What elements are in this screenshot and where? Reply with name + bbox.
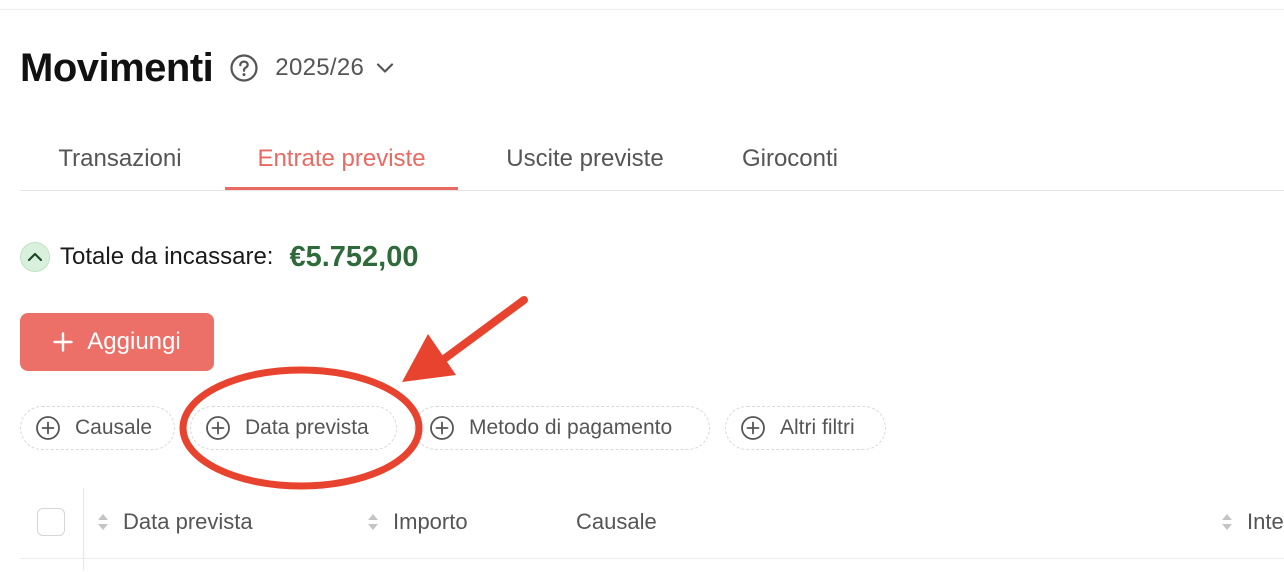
plus-circle-icon [741, 416, 765, 440]
select-all-checkbox[interactable] [37, 508, 65, 536]
filter-metodo-pagamento[interactable]: Metodo di pagamento [414, 406, 710, 450]
filter-altri-filtri[interactable]: Altri filtri [725, 406, 886, 450]
totals-value: €5.752,00 [289, 240, 419, 273]
plus-circle-icon [206, 416, 230, 440]
filter-data-prevista[interactable]: Data prevista [190, 406, 397, 450]
page-title: Movimenti [20, 45, 214, 90]
column-header-data-prevista[interactable]: Data prevista [95, 504, 253, 540]
annotation-arrow-head [402, 334, 456, 382]
filter-causale[interactable]: Causale [20, 406, 175, 450]
top-divider [0, 9, 1284, 10]
plus-circle-icon [430, 416, 454, 440]
filter-causale-label: Causale [75, 416, 153, 439]
totals-summary: Totale da incassare: €5.752,00 [20, 238, 418, 276]
totals-label: Totale da incassare: [60, 243, 274, 270]
table-header: Data prevista Importo Causale Inte [20, 488, 1284, 570]
page-header: Movimenti 2025/26 [20, 40, 394, 96]
chevron-up-icon [27, 252, 43, 262]
column-label: Importo [393, 509, 468, 534]
sort-icon [98, 514, 108, 530]
column-label: Causale [576, 509, 657, 534]
sort-icon [368, 514, 378, 530]
year-label: 2025/26 [275, 54, 365, 81]
column-header-causale: Causale [576, 504, 657, 540]
add-button-label: Aggiungi [87, 328, 181, 355]
year-selector[interactable]: 2025/26 [275, 54, 394, 82]
add-button[interactable]: Aggiungi [20, 313, 214, 371]
tab-giroconti[interactable]: Giroconti [723, 130, 857, 188]
column-divider [83, 488, 84, 570]
chevron-down-icon [377, 63, 394, 73]
question-circle-icon[interactable] [229, 53, 259, 83]
annotation-arrow-shaft [436, 296, 528, 366]
plus-circle-icon [36, 416, 60, 440]
column-header-importo[interactable]: Importo [365, 504, 468, 540]
plus-icon [53, 332, 73, 352]
collapse-totals-button[interactable] [20, 242, 50, 272]
filter-data-prevista-label: Data prevista [245, 416, 369, 439]
sort-icon [1222, 514, 1232, 530]
column-header-intestatario[interactable]: Inte [1219, 504, 1284, 540]
tab-uscite-previste[interactable]: Uscite previste [488, 130, 682, 188]
tab-bar: Transazioni Entrate previste Uscite prev… [20, 130, 1284, 191]
filter-metodo-pagamento-label: Metodo di pagamento [469, 416, 673, 439]
column-label: Inte [1247, 509, 1284, 534]
filter-altri-filtri-label: Altri filtri [780, 416, 855, 439]
column-label: Data prevista [123, 509, 253, 534]
tab-entrate-previste[interactable]: Entrate previste [225, 130, 458, 190]
tab-transazioni[interactable]: Transazioni [28, 130, 212, 188]
